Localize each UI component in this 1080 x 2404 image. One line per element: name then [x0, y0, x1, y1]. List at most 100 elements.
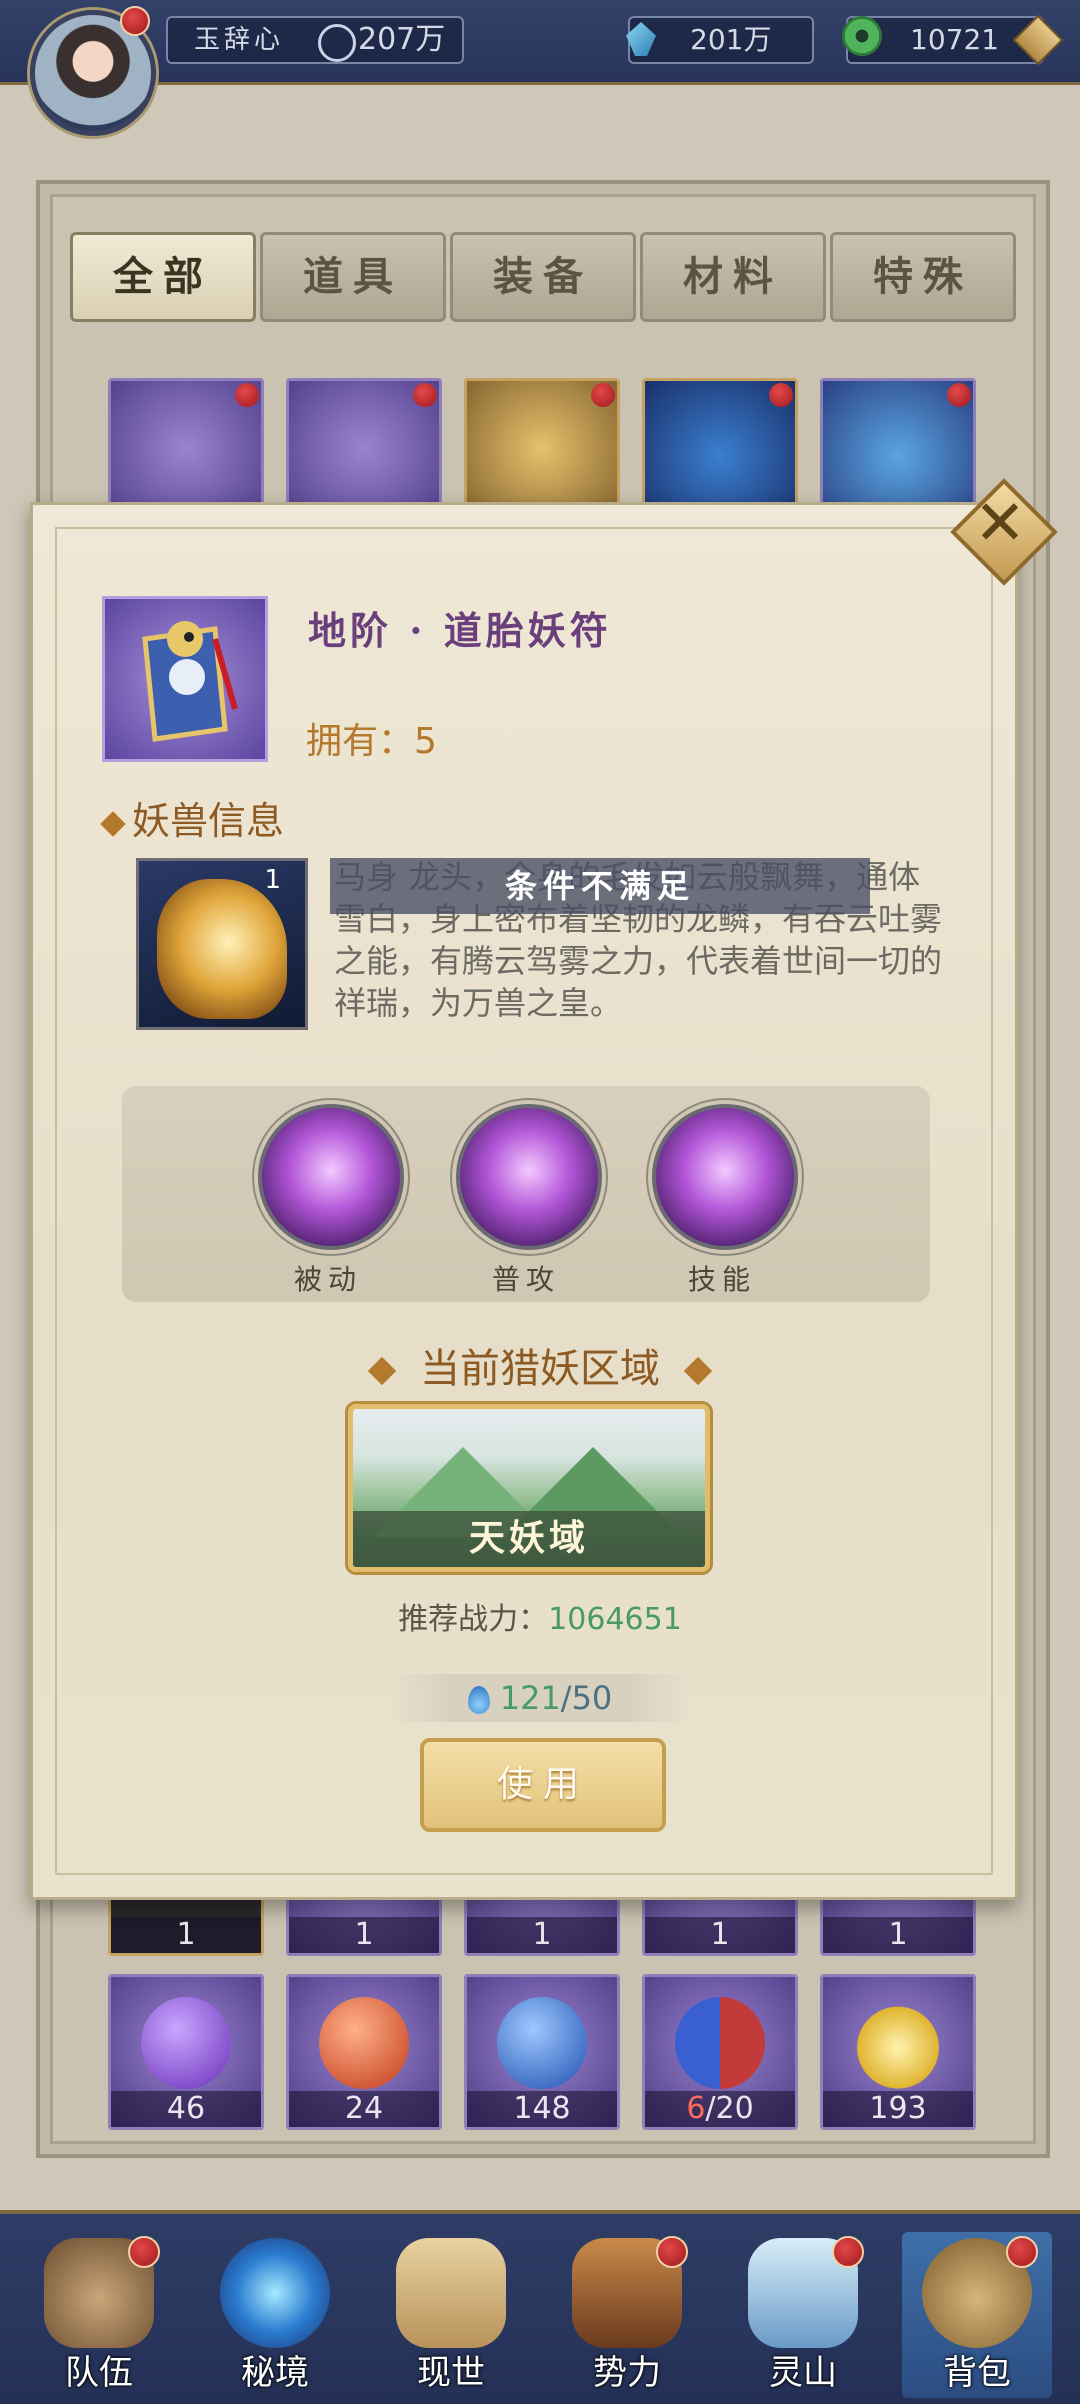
nav-spirit-mountain[interactable]: 灵山: [728, 2232, 878, 2398]
inventory-slot[interactable]: 24: [286, 1974, 442, 2130]
item-count: 1: [645, 1917, 795, 1953]
nav-label: 灵山: [769, 2353, 837, 2393]
nav-label: 背包: [943, 2353, 1011, 2393]
nav-badge: [832, 2236, 864, 2268]
vortex-icon: [220, 2238, 330, 2348]
new-badge: [947, 383, 971, 407]
new-badge: [591, 383, 615, 407]
beast-info-title: 妖兽信息: [132, 799, 285, 843]
golden-dragon-icon: [157, 879, 287, 1019]
nav-faction[interactable]: 势力: [552, 2232, 702, 2398]
nav-team[interactable]: 队伍: [24, 2232, 174, 2398]
close-button[interactable]: ✕: [950, 478, 1058, 586]
nav-backpack[interactable]: 背包: [902, 2232, 1052, 2398]
cost-need: /50: [560, 1679, 613, 1717]
beast-level: 1: [264, 865, 281, 895]
fragment-have: 6: [686, 2091, 706, 2126]
tab-materials[interactable]: 材料: [640, 232, 826, 322]
item-count: 46: [111, 2091, 261, 2127]
crystal-icon: [626, 22, 656, 56]
nav-badge: [128, 2236, 160, 2268]
recommended-power: 推荐战力：1064651: [0, 1594, 1080, 1638]
talisman-item-icon: [102, 596, 268, 762]
hunt-region-heading: 当前猎妖区域: [0, 1336, 1080, 1394]
blue-orb-icon: [497, 1997, 587, 2089]
beast-info-heading: 妖兽信息: [100, 790, 285, 845]
power-label: 推荐战力：: [398, 1602, 549, 1637]
nav-secret-realm[interactable]: 秘境: [200, 2232, 350, 2398]
tab-all[interactable]: 全部: [70, 232, 256, 322]
add-currency-button[interactable]: [1012, 14, 1064, 66]
nav-label: 势力: [593, 2353, 661, 2393]
item-name: 地阶 · 道胎妖符: [308, 608, 612, 653]
top-resource-bar: 玉辞心 207万 201万 10721: [0, 0, 1080, 85]
item-count: 24: [289, 2091, 439, 2127]
attack-skill-icon: [456, 1104, 602, 1250]
player-name: 玉辞心: [194, 25, 285, 55]
tab-special[interactable]: 特殊: [830, 232, 1016, 322]
skill-passive[interactable]: 被动: [258, 1104, 404, 1298]
item-count: 193: [823, 2091, 973, 2127]
jade-value: 10721: [910, 23, 1000, 56]
jade-coin-icon: [842, 16, 882, 56]
condition-warning: 条件不满足: [330, 858, 870, 914]
region-card[interactable]: 天妖域: [348, 1404, 710, 1572]
cost-have: 121: [499, 1679, 561, 1717]
combat-power-icon: [318, 24, 356, 62]
diamond-bullet-icon: [367, 1356, 397, 1386]
item-count: 6/20: [645, 2091, 795, 2127]
new-badge: [769, 383, 793, 407]
skill-label: 被动: [293, 1263, 362, 1296]
stamina-cost: 121/50: [390, 1674, 690, 1722]
item-count: 1: [467, 1917, 617, 1953]
nav-badge: [1006, 2236, 1038, 2268]
item-count: 148: [467, 2091, 617, 2127]
close-icon: ✕: [974, 486, 1026, 559]
diamond-bullet-icon: [100, 810, 126, 837]
item-count: 1: [823, 1917, 973, 1953]
power-value: 1064651: [548, 1602, 682, 1637]
item-count: 1: [289, 1917, 439, 1953]
inventory-slot[interactable]: 46: [108, 1974, 264, 2130]
skill-label: 技能: [687, 1263, 756, 1296]
avatar-badge: [120, 6, 150, 36]
player-info-pill: 玉辞心 207万: [166, 16, 464, 64]
passive-skill-icon: [258, 1104, 404, 1250]
bottom-navigation: 队伍 秘境 现世 势力 灵山 背包: [0, 2210, 1080, 2404]
nav-label: 现世: [417, 2353, 485, 2393]
item-count: 1: [111, 1917, 261, 1953]
new-badge: [235, 383, 259, 407]
talisman-icon: [142, 621, 238, 742]
nav-world[interactable]: 现世: [376, 2232, 526, 2398]
blue-flame-icon: [467, 1686, 490, 1714]
hunt-region-title: 当前猎妖区域: [420, 1346, 660, 1392]
inventory-slot[interactable]: 6/20: [642, 1974, 798, 2130]
fragment-orb-icon: [675, 1997, 765, 2089]
combat-power-value: 207万: [358, 22, 446, 57]
nav-label: 队伍: [65, 2353, 133, 2393]
nav-badge: [656, 2236, 688, 2268]
use-button[interactable]: 使用: [420, 1738, 666, 1832]
skill-label: 普攻: [491, 1263, 560, 1296]
tab-items[interactable]: 道具: [260, 232, 446, 322]
inventory-slot[interactable]: 148: [464, 1974, 620, 2130]
inventory-slot[interactable]: 193: [820, 1974, 976, 2130]
beast-card[interactable]: 1: [136, 858, 308, 1030]
lotus-icon: [853, 1997, 943, 2089]
fragment-need: /20: [705, 2091, 754, 2126]
gem-value: 201万: [690, 23, 772, 56]
skills-panel: 被动 普攻 技能: [122, 1086, 930, 1302]
skill-active[interactable]: 技能: [652, 1104, 798, 1298]
owned-count: 拥有：5: [306, 721, 437, 762]
new-badge: [413, 383, 437, 407]
purple-orb-icon: [141, 1997, 231, 2089]
region-name: 天妖域: [353, 1511, 705, 1567]
nav-label: 秘境: [241, 2353, 309, 2393]
jade-currency-pill: 10721: [842, 14, 1064, 66]
gem-currency-pill: 201万: [626, 16, 814, 64]
skill-normal-attack[interactable]: 普攻: [456, 1104, 602, 1298]
active-skill-icon: [652, 1104, 798, 1250]
diamond-bullet-icon: [683, 1356, 713, 1386]
tab-equipment[interactable]: 装备: [450, 232, 636, 322]
scroll-icon: [396, 2238, 506, 2348]
